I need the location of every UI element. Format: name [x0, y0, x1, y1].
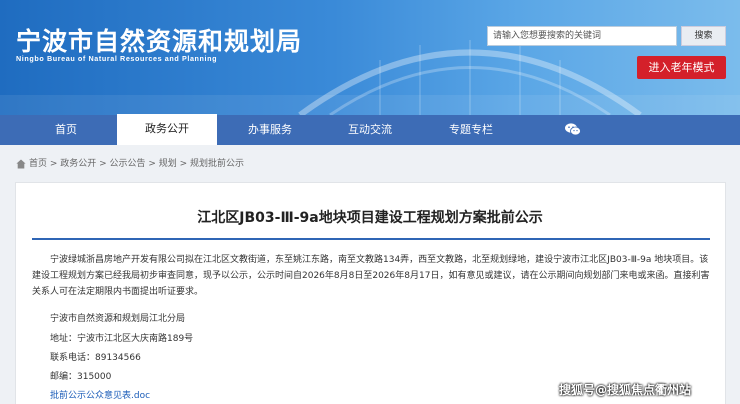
nav-item-services[interactable]: 办事服务: [220, 115, 320, 145]
article-title: 江北区JB03-Ⅲ-9a地块项目建设工程规划方案批前公示: [197, 210, 543, 226]
elder-mode-button[interactable]: 进入老年模式: [637, 56, 726, 79]
main-nav: 首页 政务公开 办事服务 互动交流 专题专栏: [0, 114, 740, 145]
watermark: 搜狐号@搜狐焦点衢州站: [559, 383, 692, 397]
nav-item-interaction[interactable]: 互动交流: [320, 115, 420, 145]
nav-item-public-affairs[interactable]: 政务公开: [117, 114, 217, 145]
breadcrumb: 首页 > 政务公开 > 公示公告 > 规划 > 规划批前公示: [16, 157, 244, 171]
nav-item-topics[interactable]: 专题专栏: [421, 115, 521, 145]
nav-item-home[interactable]: 首页: [16, 115, 116, 145]
search-input[interactable]: [487, 26, 677, 46]
article-address: 地址：宁波市江北区大庆南路189号: [50, 334, 194, 344]
site-title: 宁波市自然资源和规划局: [16, 27, 303, 56]
site-header: 宁波市自然资源和规划局 Ningbo Bureau of Natural Res…: [0, 0, 740, 115]
search-button[interactable]: 搜索: [681, 26, 726, 46]
wechat-icon[interactable]: [565, 123, 581, 136]
breadcrumb-text[interactable]: 首页 > 政务公开 > 公示公告 > 规划 > 规划批前公示: [29, 159, 244, 169]
attachment-link[interactable]: 批前公示公众意见表.doc: [50, 388, 150, 401]
home-icon: [16, 159, 26, 168]
article-org: 宁波市自然资源和规划局江北分局: [50, 314, 186, 324]
site-subtitle: Ningbo Bureau of Natural Resources and P…: [16, 54, 218, 63]
title-divider: [32, 238, 710, 240]
article-paragraph: 宁波绿城浙昌房地产开发有限公司拟在江北区文教街道，东至姚江东路，南至文教路134…: [32, 255, 710, 297]
article-phone: 联系电话：89134566: [50, 353, 141, 363]
article-postcode: 邮编：315000: [50, 372, 112, 382]
